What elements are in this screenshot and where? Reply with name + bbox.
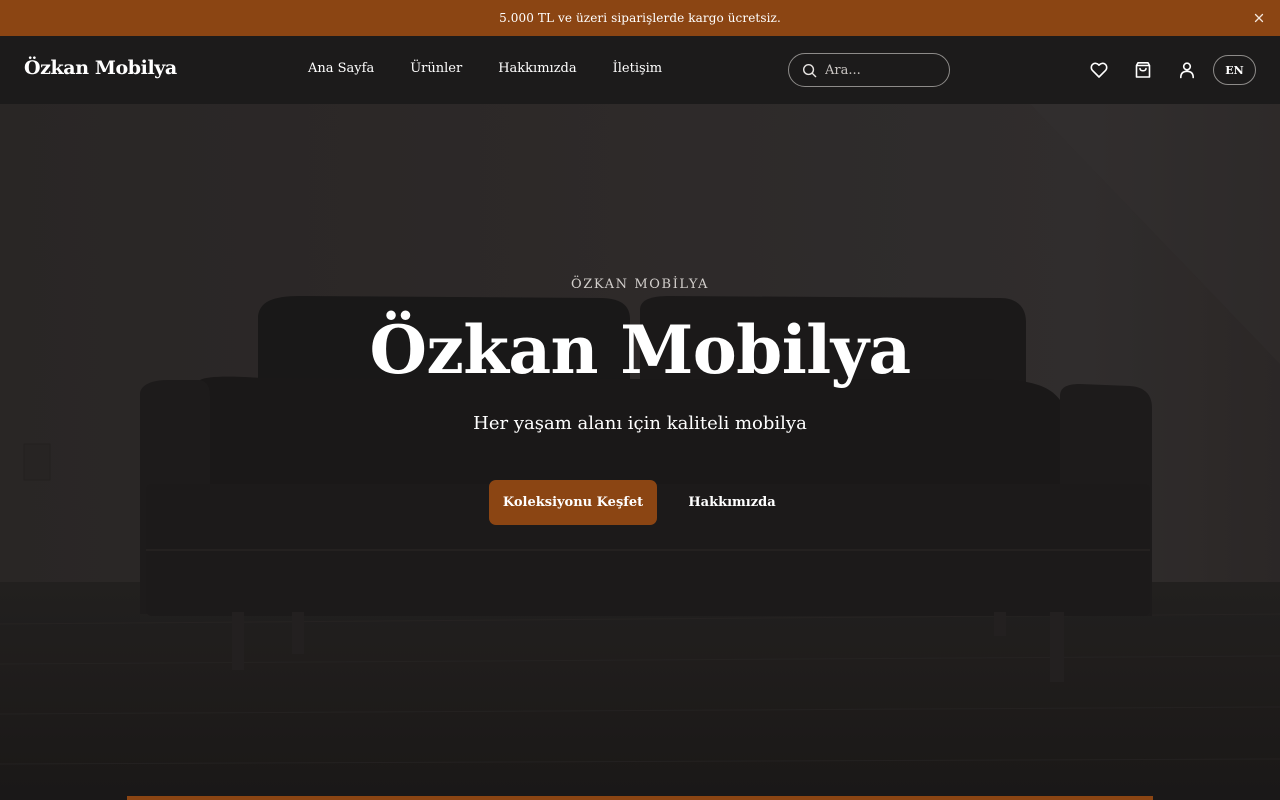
promo-bar: 5.000 TL ve üzeri siparişlerde kargo ücr… — [0, 0, 1280, 36]
navbar: Özkan Mobilya Ana Sayfa Ürünler Hakkımız… — [0, 36, 1280, 104]
close-icon[interactable] — [1252, 11, 1266, 25]
language-button[interactable]: EN — [1213, 55, 1256, 85]
promo-text: 5.000 TL ve üzeri siparişlerde kargo ücr… — [499, 11, 781, 25]
user-icon[interactable] — [1177, 60, 1197, 80]
search-box[interactable] — [788, 53, 950, 87]
logo[interactable]: Özkan Mobilya — [24, 57, 177, 79]
hero-title: Özkan Mobilya — [369, 311, 911, 389]
sofa-background-image — [0, 104, 1280, 800]
nav-link-contact[interactable]: İletişim — [613, 61, 663, 76]
about-us-button[interactable]: Hakkımızda — [672, 480, 792, 525]
hero-section: ÖZKAN MOBİLYA Özkan Mobilya Her yaşam al… — [0, 104, 1280, 800]
shopping-bag-icon[interactable] — [1133, 60, 1153, 80]
heart-icon[interactable] — [1089, 60, 1109, 80]
search-input[interactable] — [825, 62, 935, 78]
search-icon — [802, 63, 817, 77]
hero-subtitle: Her yaşam alanı için kaliteli mobilya — [473, 413, 807, 434]
explore-collection-button[interactable]: Koleksiyonu Keşfet — [489, 480, 657, 525]
main-nav: Ana Sayfa Ürünler Hakkımızda İletişim — [308, 61, 662, 76]
nav-link-products[interactable]: Ürünler — [410, 61, 462, 76]
nav-link-home[interactable]: Ana Sayfa — [308, 61, 374, 76]
nav-link-about[interactable]: Hakkımızda — [498, 61, 576, 76]
hero-eyebrow: ÖZKAN MOBİLYA — [571, 277, 709, 292]
accent-strip — [127, 796, 1153, 800]
